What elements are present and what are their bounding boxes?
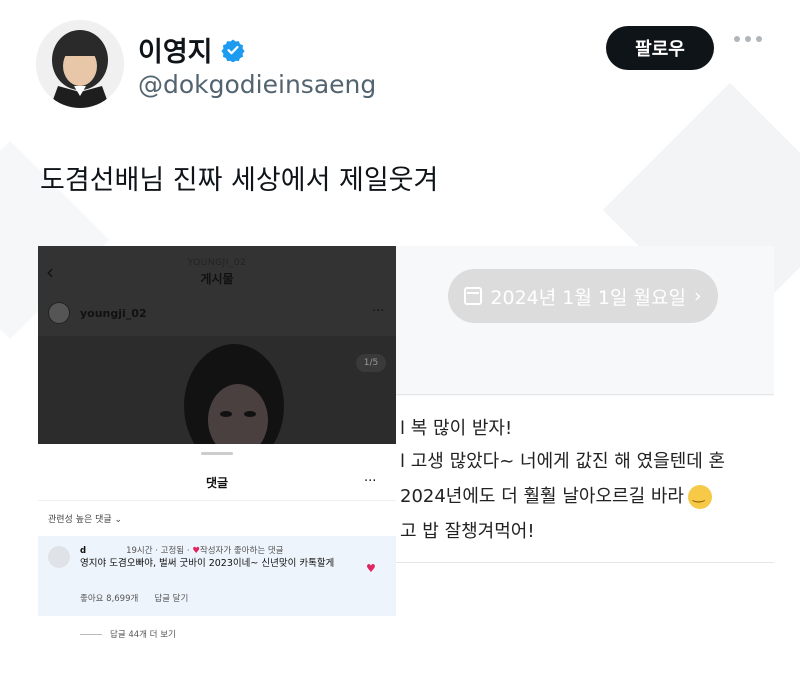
attached-image-diary[interactable]: 2024년 1월 1일 월요일 › l 복 많이 받자! l 고생 많았다~ 너… [396, 246, 774, 651]
diary-line-1: l 복 많이 받자! [400, 418, 513, 439]
photo-counter: 1/5 [356, 354, 386, 372]
author-display-name[interactable]: 이영지 [138, 30, 213, 69]
author-name-row: 이영지 [138, 30, 245, 69]
diary-date: 2024년 1월 1일 월요일 [490, 286, 686, 309]
calendar-icon [464, 287, 483, 305]
instagram-dimmed-header: ‹ YOUNGJI_02 게시물 youngji_02 ··· 1/5 [38, 246, 396, 444]
instagram-post-username: youngji_02 [80, 307, 147, 320]
more-options-icon[interactable] [734, 36, 762, 42]
comments-sheet: 댓글 ··· 관련성 높은 댓글 ⌄ d 19시간 · 고정됨 · ♥작성자가 좋… [38, 444, 396, 651]
more-replies: 답글 44개 더 보기 [80, 628, 176, 640]
commenter-avatar [48, 546, 70, 568]
instagram-page-title: 게시물 [200, 272, 234, 286]
follow-button[interactable]: 팔로우 [606, 26, 714, 70]
divider [396, 562, 774, 563]
pinned-comment: d 19시간 · 고정됨 · ♥작성자가 좋아하는 댓글 영지야 도겸오빠야, 벌… [38, 536, 396, 616]
diary-line-4: 고 밥 잘챙겨먹어! [400, 521, 535, 542]
comment-sort-label: 관련성 높은 댓글 ⌄ [48, 515, 123, 525]
heart-icon: ♥ [192, 546, 200, 556]
divider [38, 500, 396, 501]
smiley-emoji-icon [687, 485, 712, 509]
sheet-handle [201, 452, 233, 455]
instagram-more-icon: ··· [372, 304, 385, 319]
tweet-text: 도겸선배님 진짜 세상에서 제일웃겨 [40, 165, 439, 196]
comment-meta: d 19시간 · 고정됨 · ♥작성자가 좋아하는 댓글 [80, 546, 284, 556]
attached-image-instagram[interactable]: ‹ YOUNGJI_02 게시물 youngji_02 ··· 1/5 댓글 ·… [38, 246, 396, 651]
heart-icon: ♥ [366, 562, 376, 575]
diary-line-2: l 고생 많았다~ 너에게 값진 해 였을텐데 혼 [400, 451, 726, 472]
divider [396, 394, 774, 395]
diary-line-3: 2024년에도 더 훨훨 날아오르길 바라 [400, 482, 712, 509]
author-handle[interactable]: @dokgodieinsaeng [138, 70, 376, 99]
chevron-right-icon: › [693, 285, 702, 307]
comments-title: 댓글 [205, 476, 229, 490]
comment-actions: 좋아요 8,699개 답글 달기 [80, 594, 189, 604]
date-pill: 2024년 1월 1일 월요일 › [448, 269, 718, 323]
instagram-post-photo [38, 336, 396, 444]
comments-more-icon: ··· [364, 474, 377, 489]
comment-body: 영지야 도겸오빠야, 벌써 굿바이 2023이네~ 신년맞이 카톡할게 [80, 558, 335, 569]
verified-badge-icon [220, 39, 245, 62]
instagram-profile-icon [48, 302, 70, 324]
instagram-account-small: YOUNGJI_02 [187, 258, 247, 268]
author-avatar[interactable] [36, 20, 124, 108]
